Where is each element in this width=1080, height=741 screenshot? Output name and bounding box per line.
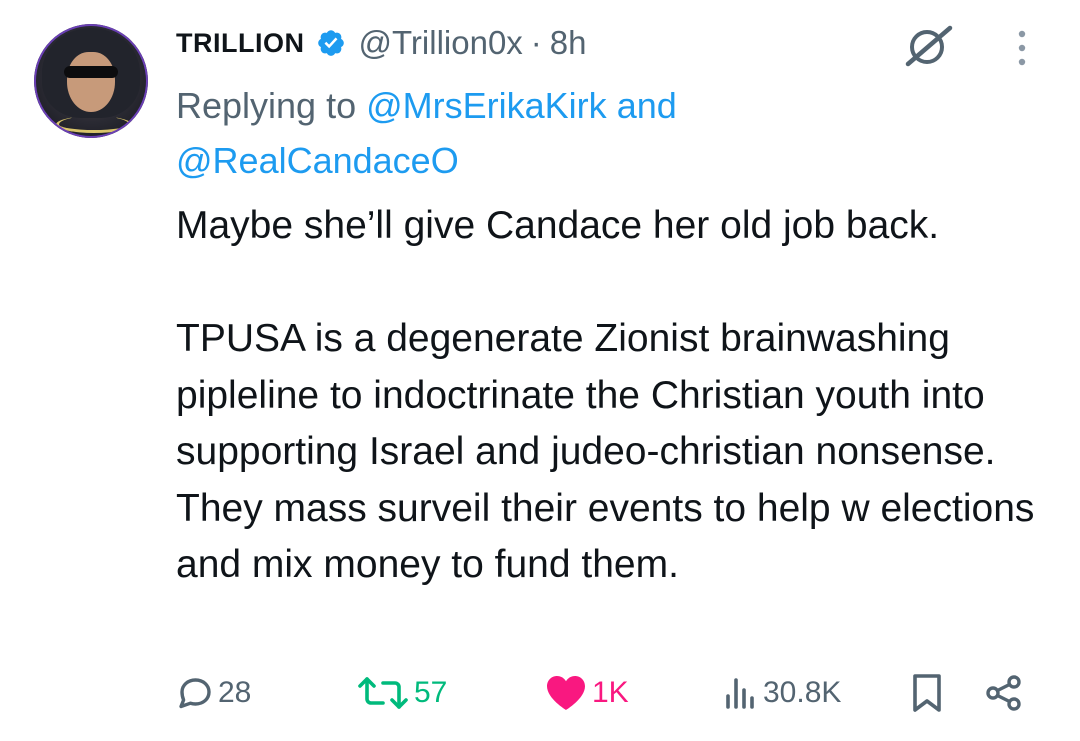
reply-count: 28 (218, 676, 252, 709)
like-button[interactable]: 1K (544, 668, 629, 718)
author-handle[interactable]: @Trillion0x (358, 24, 522, 62)
like-count: 1K (592, 676, 629, 709)
repost-button[interactable]: 57 (356, 668, 447, 718)
bookmark-button[interactable] (909, 668, 949, 718)
replying-to-label: Replying to (176, 85, 357, 126)
repost-count: 57 (414, 676, 448, 709)
heart-icon (547, 676, 585, 710)
reply-button[interactable]: 28 (176, 668, 251, 718)
action-bar: 28 57 1K 30.8K (176, 668, 1036, 718)
views-count: 30.8K (763, 676, 842, 709)
more-vertical-icon[interactable] (1014, 28, 1030, 68)
mention-conjunction: and (616, 85, 677, 126)
tweet-paragraph: TPUSA is a degenerate Zionist brainwashi… (176, 317, 1035, 586)
mention-mrserikakirk[interactable]: @MrsErikaKirk (366, 85, 607, 126)
mention-realcandaceo[interactable]: @RealCandaceO (176, 140, 459, 181)
repost-icon (358, 677, 408, 709)
header-separator: · (530, 24, 542, 61)
views-bar-icon (726, 678, 754, 709)
share-icon (986, 675, 1021, 711)
tweet-header: TRILLION @Trillion0x · 8h (176, 18, 587, 68)
display-name[interactable]: TRILLION (176, 28, 304, 59)
bookmark-icon (913, 674, 941, 712)
replying-to: Replying to @MrsErikaKirk and @RealCanda… (176, 78, 1036, 188)
views-button[interactable]: 30.8K (721, 668, 841, 718)
verified-badge-icon (318, 30, 345, 56)
tweet-text: Maybe she’ll give Candace her old job ba… (176, 198, 1056, 594)
share-button[interactable] (984, 668, 1028, 718)
reply-bubble-icon (179, 678, 211, 709)
author-avatar[interactable] (34, 24, 148, 138)
post-time[interactable]: 8h (550, 24, 587, 62)
grok-icon[interactable] (902, 22, 956, 68)
tweet-paragraph: Maybe she’ll give Candace her old job ba… (176, 204, 940, 247)
avatar-ring (34, 24, 148, 138)
